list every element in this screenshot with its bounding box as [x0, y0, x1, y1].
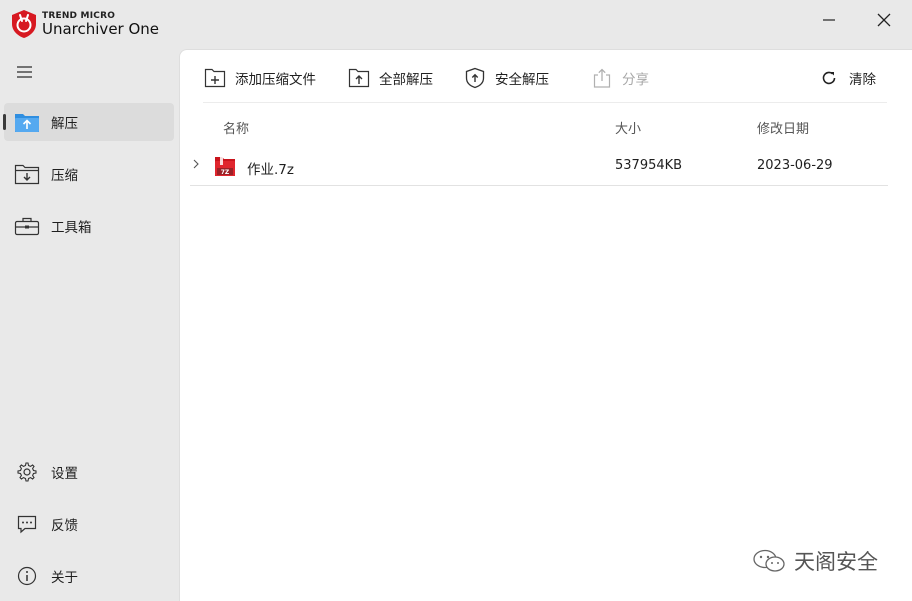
watermark-text: 天阁安全: [794, 550, 878, 574]
sidebar-item-about[interactable]: 关于: [4, 557, 174, 595]
file-size: 537954KB: [615, 158, 683, 173]
safe-extract-label: 安全解压: [495, 72, 549, 88]
add-archive-button[interactable]: 添加压缩文件: [203, 64, 316, 92]
menu-button[interactable]: [12, 62, 36, 82]
sidebar-item-extract[interactable]: 解压: [3, 103, 174, 141]
clear-button[interactable]: 清除: [817, 64, 876, 92]
wechat-icon: [753, 549, 785, 572]
file-date: 2023-06-29: [757, 158, 833, 173]
main-panel: 添加压缩文件 全部解压 安全解压 分享 清除 名称 大小 修改日期 7Z 作业.…: [179, 49, 912, 601]
minimize-button[interactable]: [812, 6, 846, 34]
extract-folder-icon: [14, 109, 40, 135]
refresh-icon: [817, 66, 841, 90]
hamburger-menu-icon: [17, 66, 32, 78]
sidebar-item-label: 关于: [51, 570, 78, 586]
app-logo: TREND MICRO Unarchiver One: [10, 9, 159, 39]
share-icon: [590, 66, 614, 90]
sidebar-item-label: 解压: [51, 116, 78, 132]
chevron-right-icon[interactable]: [190, 157, 202, 171]
toolbox-icon: [14, 213, 40, 239]
close-button[interactable]: [867, 6, 901, 34]
info-icon: [14, 563, 40, 589]
watermark: 天阁安全: [752, 546, 878, 576]
add-archive-label: 添加压缩文件: [235, 72, 316, 88]
sidebar-item-settings[interactable]: 设置: [4, 453, 174, 491]
safe-extract-button[interactable]: 安全解压: [463, 64, 549, 92]
gear-icon: [14, 459, 40, 485]
add-archive-icon: [203, 66, 227, 90]
shield-icon: [463, 66, 487, 90]
toolbar: 添加压缩文件 全部解压 安全解压 分享 清除: [180, 50, 912, 102]
archive-type-label: 7Z: [221, 169, 230, 176]
column-header-date[interactable]: 修改日期: [757, 118, 809, 137]
extract-all-button[interactable]: 全部解压: [347, 64, 433, 92]
toolbar-divider: [203, 102, 887, 103]
sidebar-item-label: 设置: [51, 466, 78, 482]
7z-archive-icon: 7Z: [215, 157, 235, 176]
sidebar-item-label: 反馈: [51, 518, 78, 534]
table-row[interactable]: 7Z 作业.7z 537954KB 2023-06-29: [190, 150, 888, 186]
sidebar-item-feedback[interactable]: 反馈: [4, 505, 174, 543]
app-title: Unarchiver One: [42, 19, 160, 38]
feedback-chat-icon: [14, 511, 40, 537]
close-icon: [877, 13, 891, 27]
sidebar-item-label: 工具箱: [51, 220, 92, 236]
column-header-name[interactable]: 名称: [223, 118, 249, 137]
extract-all-label: 全部解压: [379, 72, 433, 88]
column-header-size[interactable]: 大小: [615, 118, 641, 137]
active-indicator: [3, 114, 6, 130]
extract-all-icon: [347, 66, 371, 90]
share-button[interactable]: 分享: [590, 64, 649, 92]
compress-folder-icon: [14, 161, 40, 187]
minimize-icon: [823, 19, 835, 21]
sidebar-item-compress[interactable]: 压缩: [4, 155, 174, 193]
sidebar-item-label: 压缩: [51, 168, 78, 184]
clear-label: 清除: [849, 72, 876, 88]
trend-micro-logo-icon: [12, 10, 36, 38]
share-label: 分享: [622, 72, 649, 88]
file-name: 作业.7z: [247, 162, 294, 178]
sidebar-item-toolbox[interactable]: 工具箱: [4, 207, 174, 245]
